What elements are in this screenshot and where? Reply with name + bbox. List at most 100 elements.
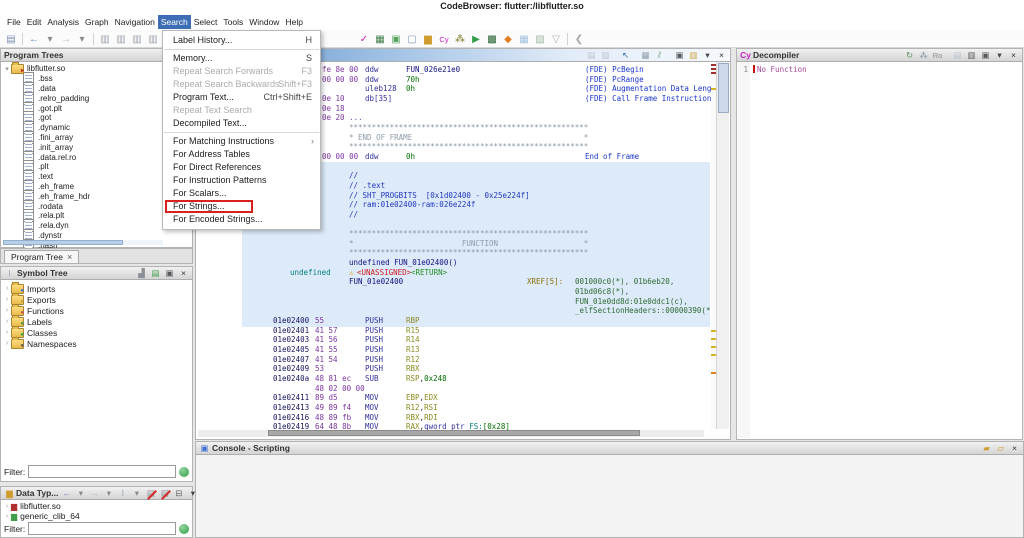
snapshot-icon[interactable]: ▣	[164, 268, 175, 279]
listing-hscrollbar[interactable]	[198, 430, 704, 437]
graph-icon[interactable]: ⁂	[918, 50, 929, 61]
collapse-icon[interactable]: ⊟	[173, 488, 184, 499]
menu-caret-icon[interactable]: ▾	[994, 50, 1005, 61]
menu-item-for-scalars[interactable]: For Scalars...	[163, 187, 320, 200]
expander-icon[interactable]: ›	[3, 307, 11, 314]
menu-search[interactable]: Search	[157, 14, 191, 29]
decompiler-view[interactable]: 1 No Function	[738, 62, 1021, 438]
check-icon[interactable]: ✓	[357, 32, 371, 46]
listing-line[interactable]: 01e02405 41 55 PUSH R13	[197, 345, 729, 355]
symbol-tree-item-labels[interactable]: › ● Labels	[3, 314, 192, 327]
menu-item-decompiled-text[interactable]: Decompiled Text...	[163, 117, 320, 130]
grid-icon[interactable]: ▦	[373, 32, 387, 46]
data-type-item-libflutter-so[interactable]: › ▆ libflutter.so	[3, 501, 192, 511]
panel-icon[interactable]: ▥	[688, 50, 699, 61]
window-icon[interactable]: ▢	[405, 32, 419, 46]
expander-icon[interactable]: ›	[3, 513, 11, 520]
symbol-tree-item-classes[interactable]: › ● Classes	[3, 325, 192, 338]
sheet-icon[interactable]: ▧	[533, 32, 547, 46]
clipboard-icon[interactable]: ▥	[966, 50, 977, 61]
menu-edit[interactable]: Edit	[24, 15, 45, 29]
clear-icon[interactable]: ▱	[995, 443, 1006, 454]
close-icon[interactable]: ×	[178, 267, 189, 278]
table-icon[interactable]: ▦	[517, 32, 531, 46]
back-icon[interactable]: ←	[61, 487, 72, 498]
sort-icon[interactable]: ▟	[136, 268, 147, 279]
menu-item-for-address-tables[interactable]: For Address Tables	[163, 148, 320, 161]
listing-line[interactable]: 01e02409 53 PUSH RBX	[197, 364, 729, 374]
listing-line[interactable]: 01e02413 49 89 f4 MOV R12,RSI	[197, 403, 729, 413]
expander-icon[interactable]: ›	[3, 329, 11, 336]
forward-icon[interactable]: →	[89, 487, 100, 498]
hierarchy-icon[interactable]: ⁝	[117, 488, 128, 499]
menu-select[interactable]: Select	[191, 15, 221, 29]
symbol-filter-options-icon[interactable]	[179, 466, 189, 477]
bookmark-icon[interactable]: ▥	[114, 32, 128, 46]
save-icon[interactable]: ▤	[4, 32, 18, 46]
caret-icon[interactable]: ▾	[131, 488, 142, 499]
symbol-tree-item-functions[interactable]: › ● Functions	[3, 303, 192, 316]
copy-icon[interactable]: ▤	[586, 50, 597, 61]
symbol-filter-input[interactable]	[28, 465, 176, 478]
tab-close-icon[interactable]: ×	[67, 252, 72, 262]
memory-map-icon[interactable]: ▥	[98, 32, 112, 46]
menu-item-for-instruction-patterns[interactable]: For Instruction Patterns	[163, 174, 320, 187]
data-type-item-generic-clib-64[interactable]: › ▆ generic_clib_64	[3, 511, 192, 521]
close-icon[interactable]: ×	[1009, 442, 1020, 453]
clamp-icon[interactable]: ▽	[549, 32, 563, 46]
menu-navigation[interactable]: Navigation	[112, 15, 158, 29]
tree-icon[interactable]: ⁂	[453, 32, 467, 46]
tab-program-tree[interactable]: Program Tree ×	[4, 250, 80, 263]
close-icon[interactable]: ×	[716, 49, 727, 60]
listing-line[interactable]: 01e02407 41 54 PUSH R12	[197, 355, 729, 365]
listing-vscrollbar[interactable]	[716, 62, 729, 429]
menu-item-label-history[interactable]: Label History... H	[163, 34, 320, 47]
snapshot-icon[interactable]: ▣	[980, 50, 991, 61]
menu-file[interactable]: File	[4, 15, 24, 29]
expander-icon[interactable]: ▾	[3, 65, 11, 73]
script-icon[interactable]: ▣	[389, 32, 403, 46]
listing-line[interactable]: 01e02401 41 57 PUSH R15	[197, 326, 729, 336]
menu-item-for-direct-references[interactable]: For Direct References	[163, 161, 320, 174]
menu-graph[interactable]: Graph	[82, 15, 112, 29]
data-type-filter-input[interactable]	[28, 522, 176, 535]
caret-icon[interactable]: ▾	[103, 488, 114, 499]
expander-icon[interactable]: ›	[3, 503, 11, 510]
menu-analysis[interactable]: Analysis	[44, 15, 82, 29]
caret-icon[interactable]: ▾	[75, 488, 86, 499]
data-icon[interactable]: ▥	[146, 32, 160, 46]
listing-line[interactable]: FUN_01e02400 XREF[5]: 001000c0(*), 01b6eb2…	[197, 277, 729, 287]
program-tree-hscrollbar[interactable]	[3, 240, 163, 245]
symbol-tree-item-namespaces[interactable]: › ● Namespaces	[3, 336, 192, 349]
snapshot-icon[interactable]: ▣	[674, 50, 685, 61]
listing-line[interactable]: 01e0240a 48 81 ec SUB RSP,0x248	[197, 374, 729, 384]
close-icon[interactable]: ×	[1008, 49, 1019, 60]
copy-icon[interactable]: ▤	[952, 50, 963, 61]
forward-caret-icon[interactable]: ▾	[75, 32, 89, 46]
diamond-icon[interactable]: ◆	[501, 32, 515, 46]
filter-off2-icon[interactable]: ▤	[159, 488, 170, 499]
cy-icon[interactable]: Cy	[437, 32, 451, 46]
symbol-tree-item-exports[interactable]: › ● Exports	[3, 292, 192, 305]
forward-icon[interactable]: →	[59, 32, 73, 46]
menu-item-memory[interactable]: Memory... S	[163, 52, 320, 65]
filter-off-icon[interactable]: ▤	[145, 488, 156, 499]
menu-help[interactable]: Help	[282, 15, 305, 29]
menu-item-program-text[interactable]: Program Text... Ctrl+Shift+E	[163, 91, 320, 104]
export-icon[interactable]: ▤	[150, 268, 161, 279]
ro-label[interactable]: Ro	[932, 50, 943, 61]
listing-line[interactable]: 01e02400 55 PUSH RBP	[197, 316, 729, 326]
listing-line[interactable]: 01e02403 41 56 PUSH R14	[197, 335, 729, 345]
expander-icon[interactable]: ›	[3, 285, 11, 292]
listing-line[interactable]: 01e02416 48 89 fb MOV RBX,RDI	[197, 413, 729, 423]
toggle-icon[interactable]: ⫽	[654, 50, 665, 61]
menu-item-for-matching-instructions[interactable]: For Matching Instructions ›	[163, 135, 320, 148]
paste-icon[interactable]: ▥	[600, 50, 611, 61]
refresh-icon[interactable]: ↻	[904, 50, 915, 61]
listing-line[interactable]: 48 02 00 00	[197, 384, 729, 394]
expander-icon[interactable]: ›	[3, 340, 11, 347]
bug-icon[interactable]: ▩	[485, 32, 499, 46]
listing-line[interactable]: 01e02411 89 d5 MOV EBP,EDX	[197, 393, 729, 403]
cursor-icon[interactable]: ↖	[620, 50, 631, 61]
expander-icon[interactable]: ›	[3, 296, 11, 303]
